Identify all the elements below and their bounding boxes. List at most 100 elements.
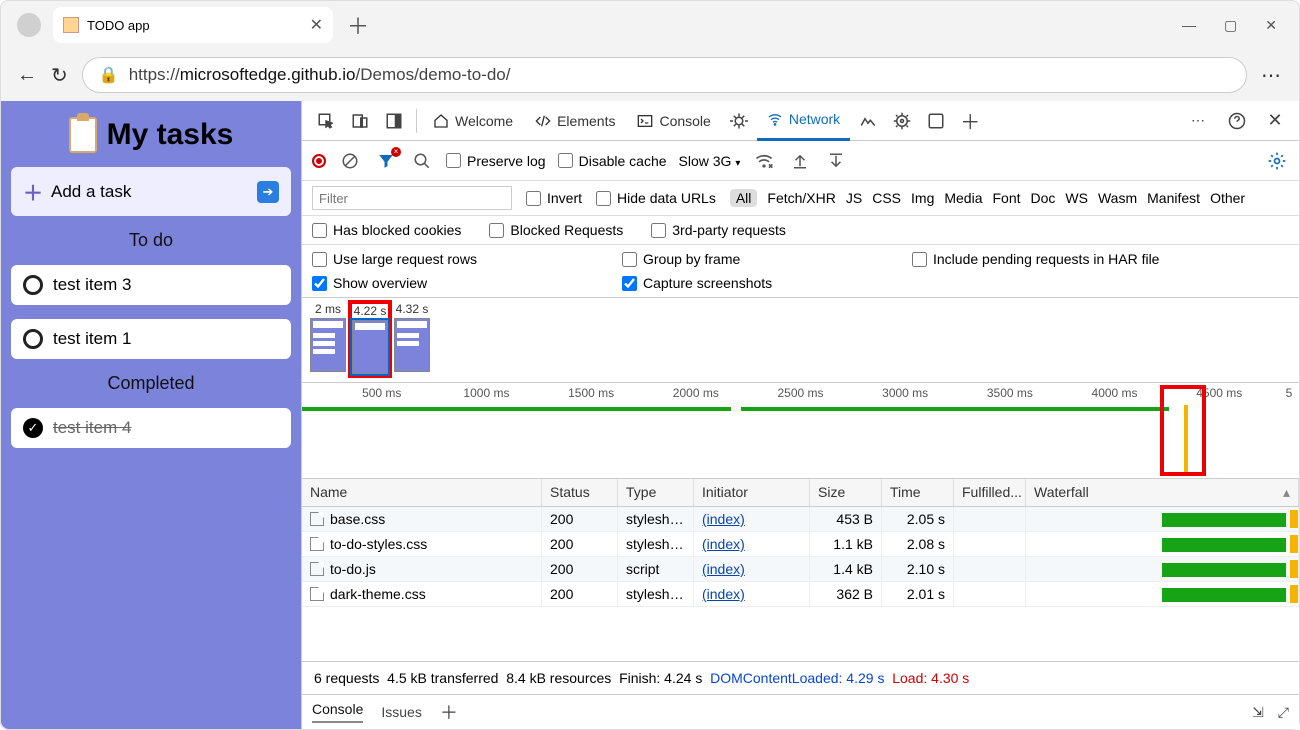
third-party-checkbox[interactable]: 3rd-party requests: [651, 222, 786, 238]
more-tools-icon[interactable]: ⋯: [1183, 105, 1215, 137]
debugger-icon[interactable]: [723, 105, 755, 137]
filter-doc[interactable]: Doc: [1031, 190, 1056, 206]
dock-side-icon[interactable]: [378, 105, 410, 137]
device-toolbar-icon[interactable]: [344, 105, 376, 137]
col-type[interactable]: Type: [618, 479, 694, 506]
col-time[interactable]: Time: [882, 479, 954, 506]
show-overview-checkbox[interactable]: Show overview: [312, 275, 622, 291]
tab-welcome[interactable]: Welcome: [423, 101, 523, 141]
filter-all[interactable]: All: [730, 189, 758, 207]
initiator-link[interactable]: (index): [702, 586, 745, 602]
browser-tab[interactable]: TODO app ✕: [53, 7, 333, 43]
submit-task-icon[interactable]: ➔: [257, 181, 279, 203]
filmstrip-frame-highlighted[interactable]: 4.22 s: [350, 302, 390, 376]
task-item-completed[interactable]: ✓ test item 4: [11, 408, 291, 448]
add-tab-icon[interactable]: ＋: [954, 105, 986, 137]
initiator-link[interactable]: (index): [702, 536, 745, 552]
radio-unchecked-icon[interactable]: [23, 329, 43, 349]
preserve-log-checkbox[interactable]: Preserve log: [446, 153, 546, 169]
record-button[interactable]: [312, 154, 326, 168]
has-blocked-cookies-checkbox[interactable]: Has blocked cookies: [312, 222, 461, 238]
filmstrip-frame[interactable]: 4.32 s: [394, 302, 430, 372]
filter-font[interactable]: Font: [993, 190, 1021, 206]
cell-initiator: (index): [694, 582, 810, 606]
add-task-bar[interactable]: ＋ Add a task ➔: [11, 167, 291, 216]
invert-checkbox[interactable]: Invert: [526, 190, 582, 206]
clear-icon[interactable]: [338, 149, 362, 173]
more-menu-icon[interactable]: ⋯: [1261, 63, 1283, 88]
import-har-icon[interactable]: [788, 149, 812, 173]
filter-media[interactable]: Media: [944, 190, 982, 206]
drawer-tab-console[interactable]: Console: [312, 701, 363, 723]
initiator-link[interactable]: (index): [702, 511, 745, 527]
radio-unchecked-icon[interactable]: [23, 275, 43, 295]
tab-elements[interactable]: Elements: [525, 101, 625, 141]
filter-manifest[interactable]: Manifest: [1147, 190, 1200, 206]
filter-js[interactable]: JS: [846, 190, 862, 206]
close-tab-icon[interactable]: ✕: [310, 15, 323, 35]
new-tab-button[interactable]: ＋: [347, 9, 369, 41]
performance-icon[interactable]: [852, 105, 884, 137]
overview-timeline[interactable]: 500 ms 1000 ms 1500 ms 2000 ms 2500 ms 3…: [302, 383, 1299, 479]
table-row[interactable]: dark-theme.css200styleshe...(index)362 B…: [302, 582, 1299, 607]
col-initiator[interactable]: Initiator: [694, 479, 810, 506]
task-item[interactable]: test item 3: [11, 265, 291, 305]
tab-network[interactable]: Network: [757, 101, 850, 141]
cell-status: 200: [542, 507, 618, 531]
filter-ws[interactable]: WS: [1065, 190, 1088, 206]
cell-waterfall: [1026, 507, 1299, 531]
export-har-icon[interactable]: [824, 149, 848, 173]
filter-icon[interactable]: ×: [374, 149, 398, 173]
group-by-frame-checkbox[interactable]: Group by frame: [622, 251, 912, 267]
drawer-tab-issues[interactable]: Issues: [381, 704, 421, 720]
tab-console[interactable]: Console: [627, 101, 720, 141]
col-fulfilled[interactable]: Fulfilled...: [954, 479, 1026, 506]
initiator-link[interactable]: (index): [702, 561, 745, 577]
application-icon[interactable]: [920, 105, 952, 137]
inspect-element-icon[interactable]: [310, 105, 342, 137]
table-row[interactable]: to-do.js200script(index)1.4 kB2.10 s: [302, 557, 1299, 582]
filter-css[interactable]: CSS: [872, 190, 901, 206]
throttling-select[interactable]: Slow 3G ▾: [679, 153, 741, 169]
table-row[interactable]: to-do-styles.css200styleshe...(index)1.1…: [302, 532, 1299, 557]
drawer-expand-icon[interactable]: ⤢: [1278, 704, 1289, 721]
network-request-table: Name Status Type Initiator Size Time Ful…: [302, 479, 1299, 662]
table-row[interactable]: base.css200styleshe...(index)453 B2.05 s: [302, 507, 1299, 532]
cell-name: to-do-styles.css: [302, 532, 542, 556]
filmstrip-frame[interactable]: 2 ms: [310, 302, 346, 372]
col-name[interactable]: Name: [302, 479, 542, 506]
section-todo-heading: To do: [11, 230, 291, 251]
filter-wasm[interactable]: Wasm: [1098, 190, 1137, 206]
blocked-requests-checkbox[interactable]: Blocked Requests: [489, 222, 623, 238]
disable-cache-checkbox[interactable]: Disable cache: [558, 153, 667, 169]
task-item[interactable]: test item 1: [11, 319, 291, 359]
filter-img[interactable]: Img: [911, 190, 934, 206]
filter-other[interactable]: Other: [1210, 190, 1245, 206]
check-icon[interactable]: ✓: [23, 418, 43, 438]
refresh-button[interactable]: ↻: [51, 63, 68, 88]
large-rows-checkbox[interactable]: Use large request rows: [312, 251, 622, 267]
include-pending-checkbox[interactable]: Include pending requests in HAR file: [912, 251, 1289, 267]
col-size[interactable]: Size: [810, 479, 882, 506]
network-conditions-icon[interactable]: [752, 149, 776, 173]
col-waterfall[interactable]: Waterfall ▴: [1026, 479, 1299, 506]
back-button[interactable]: ←: [17, 64, 37, 87]
filter-input[interactable]: [312, 186, 512, 210]
minimize-icon[interactable]: ―: [1182, 17, 1196, 34]
drawer-add-icon[interactable]: ＋: [440, 699, 458, 725]
memory-icon[interactable]: [886, 105, 918, 137]
close-devtools-icon[interactable]: ✕: [1259, 105, 1291, 137]
home-icon: [433, 113, 449, 129]
col-status[interactable]: Status: [542, 479, 618, 506]
help-icon[interactable]: [1221, 105, 1253, 137]
profile-avatar[interactable]: [17, 13, 41, 37]
filter-fetchxhr[interactable]: Fetch/XHR: [767, 190, 835, 206]
drawer-dock-icon[interactable]: ⇲: [1252, 704, 1264, 721]
close-window-icon[interactable]: ✕: [1265, 17, 1277, 34]
hide-data-urls-checkbox[interactable]: Hide data URLs: [596, 190, 716, 206]
search-icon[interactable]: [410, 149, 434, 173]
url-bar[interactable]: 🔒 https://microsoftedge.github.io/Demos/…: [82, 57, 1247, 93]
capture-screenshots-checkbox[interactable]: Capture screenshots: [622, 275, 912, 291]
network-settings-icon[interactable]: [1265, 149, 1289, 173]
maximize-icon[interactable]: ▢: [1224, 17, 1237, 34]
